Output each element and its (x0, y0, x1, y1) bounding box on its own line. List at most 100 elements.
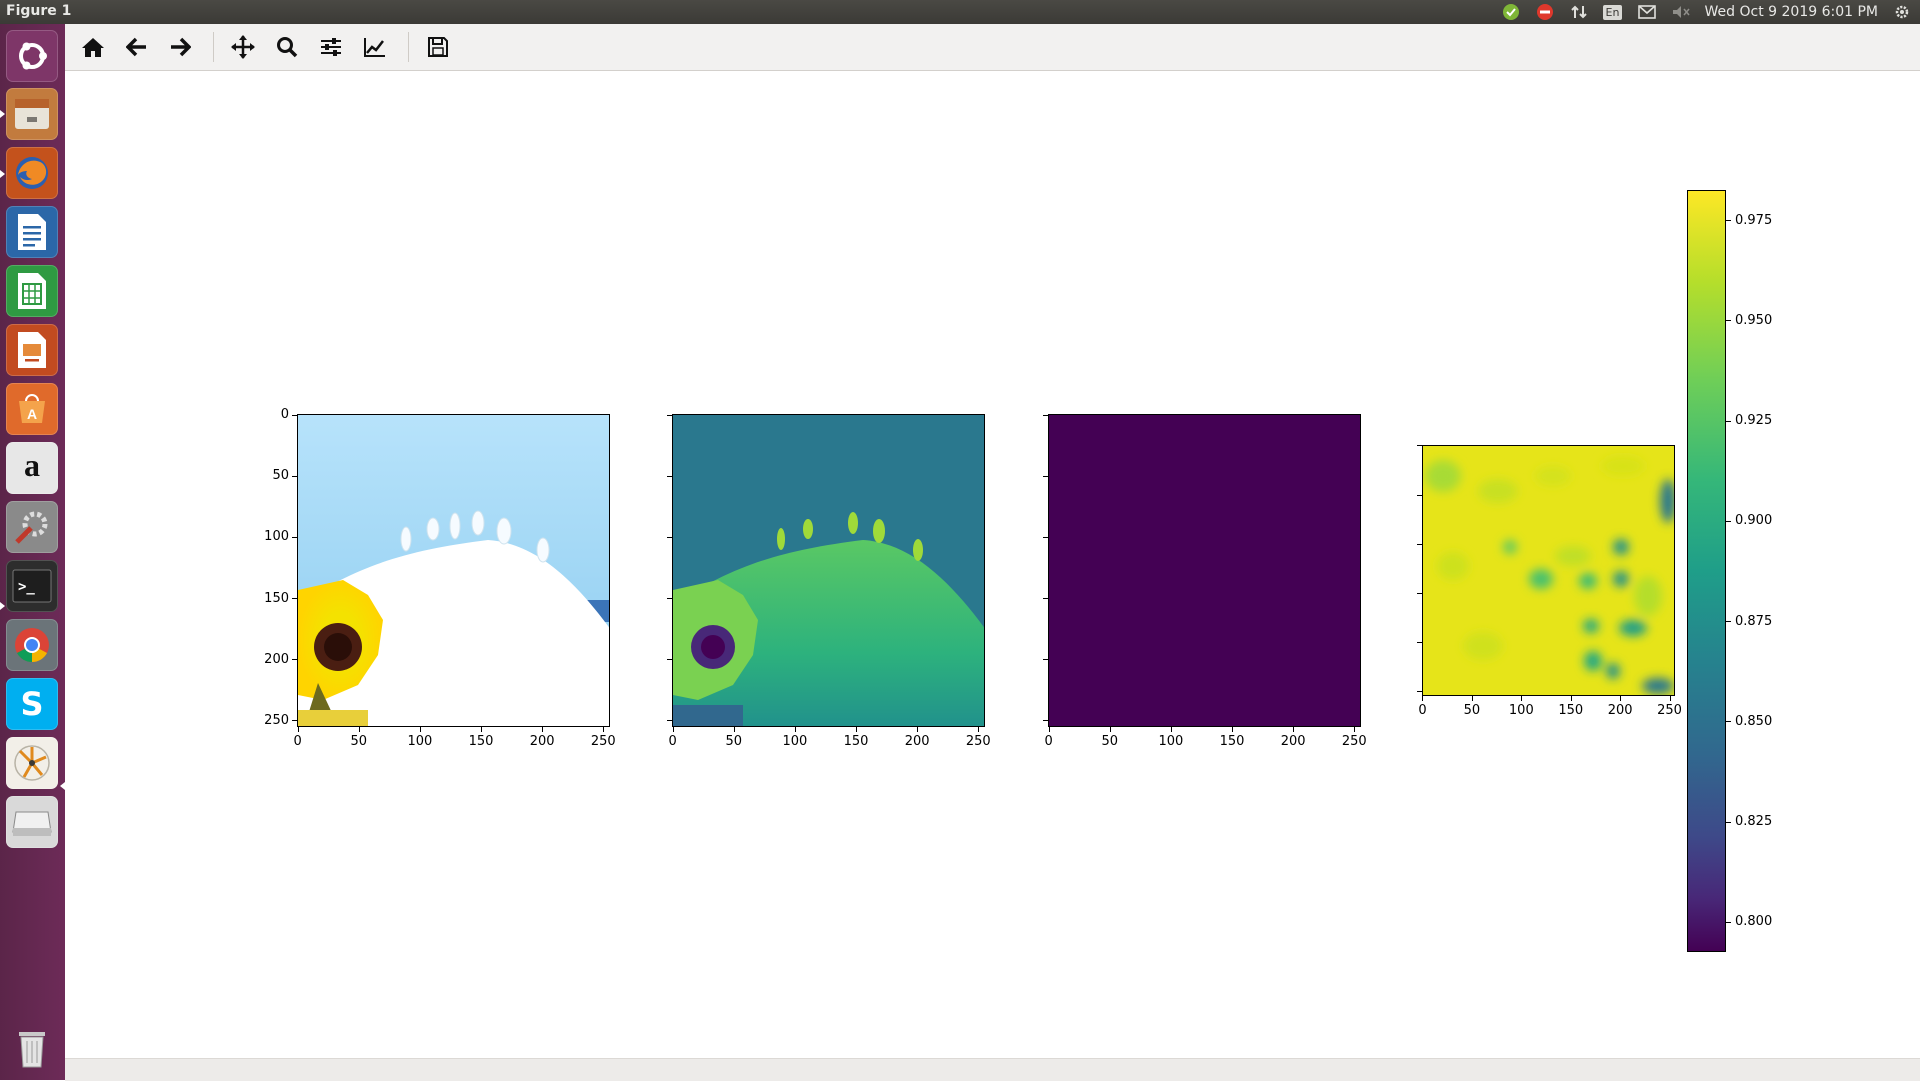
x-tick-label: 50 (725, 734, 743, 749)
x-tick-mark (358, 727, 360, 732)
x-tick-label: 50 (1463, 703, 1481, 718)
colorbar[interactable] (1687, 190, 1726, 952)
status-ok-icon[interactable] (1501, 2, 1521, 22)
y-tick-mark (1043, 720, 1048, 722)
x-tick-label: 0 (1418, 703, 1427, 718)
x-tick-label: 250 (1341, 734, 1367, 749)
libreoffice-impress-icon[interactable] (6, 324, 58, 376)
axes-3-constant-image[interactable] (1048, 414, 1361, 727)
edit-axes-icon[interactable] (359, 31, 391, 63)
mail-icon[interactable] (1637, 2, 1657, 22)
axes-1-rgb-image[interactable] (297, 414, 610, 727)
x-tick-label: 50 (1101, 734, 1119, 749)
y-tick-mark (1417, 641, 1422, 643)
channel-image (673, 415, 984, 726)
skype-icon[interactable]: S (6, 678, 58, 730)
home-icon[interactable] (77, 31, 109, 63)
y-tick-mark (667, 475, 672, 477)
colorbar-gradient (1688, 191, 1725, 951)
disk-drive-icon[interactable] (6, 796, 58, 848)
x-tick-mark (1669, 696, 1671, 701)
zoom-icon[interactable] (271, 31, 303, 63)
save-icon[interactable] (422, 31, 454, 63)
x-tick-mark (1471, 696, 1473, 701)
ubuntu-dash-icon[interactable] (6, 30, 58, 82)
x-tick-mark (978, 727, 980, 732)
figure-canvas[interactable]: 0 50 100 150 200 250 0 50 100 150 200 250 0 50 100 150 2… (65, 71, 1920, 1058)
rgb-image (298, 415, 609, 726)
x-tick-label: 0 (1044, 734, 1053, 749)
terminal-prompt-label: >_ (18, 579, 35, 595)
y-tick-mark (667, 536, 672, 538)
x-tick-mark (1354, 727, 1356, 732)
x-tick-mark (542, 727, 544, 732)
terminal-icon[interactable]: >_ (6, 560, 58, 612)
x-tick-label: 200 (1280, 734, 1306, 749)
files-icon[interactable] (6, 88, 58, 140)
no-entry-icon[interactable] (1535, 2, 1555, 22)
y-tick-mark (1043, 475, 1048, 477)
x-tick-label: 200 (529, 734, 555, 749)
software-center-icon[interactable]: A (6, 383, 58, 435)
toolbar-separator (408, 32, 409, 62)
trash-icon[interactable] (6, 1022, 58, 1074)
volume-muted-icon[interactable] (1671, 2, 1691, 22)
colorbar-tick-mark (1726, 220, 1731, 222)
x-tick-label: 0 (293, 734, 302, 749)
keyboard-layout-label: En (1602, 4, 1623, 20)
colorbar-tick-label: 0.875 (1735, 613, 1773, 629)
colorbar-tick-mark (1726, 721, 1731, 723)
x-tick-mark (419, 727, 421, 732)
app-icon[interactable] (6, 737, 58, 789)
x-tick-label: 50 (350, 734, 368, 749)
window-title: Figure 1 (6, 3, 72, 19)
settings-gear-icon[interactable] (1892, 2, 1912, 22)
y-tick-label: 250 (264, 712, 289, 728)
colorbar-tick-label: 0.925 (1735, 413, 1773, 429)
x-tick-mark (794, 727, 796, 732)
pan-icon[interactable] (227, 31, 259, 63)
colorbar-tick-mark (1726, 420, 1731, 422)
y-tick-mark (1043, 659, 1048, 661)
amazon-icon[interactable]: a (6, 442, 58, 494)
colorbar-tick-label: 0.850 (1735, 713, 1773, 729)
y-tick-mark (292, 720, 297, 722)
chrome-icon[interactable] (6, 619, 58, 671)
x-tick-mark (672, 727, 674, 732)
toolbar-separator (213, 32, 214, 62)
y-tick-mark (1417, 494, 1422, 496)
y-tick-mark (1417, 690, 1422, 692)
y-tick-label: 200 (264, 651, 289, 667)
x-tick-mark (856, 727, 857, 732)
x-tick-mark (481, 727, 482, 732)
libreoffice-writer-icon[interactable] (6, 206, 58, 258)
amazon-label: a (24, 446, 40, 483)
back-icon[interactable] (121, 31, 153, 63)
system-settings-icon[interactable] (6, 501, 58, 553)
libreoffice-calc-icon[interactable] (6, 265, 58, 317)
forward-icon[interactable] (164, 31, 196, 63)
firefox-icon[interactable] (6, 147, 58, 199)
x-tick-mark (1570, 696, 1572, 701)
status-bar (65, 1058, 1920, 1081)
y-tick-mark (292, 414, 297, 416)
configure-subplots-icon[interactable] (315, 31, 347, 63)
colorbar-tick-label: 0.800 (1735, 914, 1773, 930)
constant-image (1049, 415, 1360, 726)
network-arrows-icon[interactable] (1569, 2, 1589, 22)
x-tick-label: 250 (1657, 703, 1682, 718)
clock[interactable]: Wed Oct 9 2019 6:01 PM (1705, 4, 1878, 20)
y-tick-mark (1417, 543, 1422, 545)
colorbar-tick-mark (1726, 921, 1731, 923)
top-panel: Figure 1 En Wed Oct 9 2019 6:01 PM (0, 0, 1920, 24)
figure-toolbar (65, 24, 1920, 71)
x-tick-mark (1620, 696, 1622, 701)
keyboard-layout-icon[interactable]: En (1602, 2, 1623, 22)
axes-4-heatmap[interactable] (1422, 445, 1675, 696)
launcher: A a >_ S (0, 24, 66, 1080)
y-tick-mark (667, 414, 672, 416)
y-tick-mark (1417, 445, 1422, 447)
x-tick-label: 250 (590, 734, 616, 749)
axes-2-channel-image[interactable] (672, 414, 985, 727)
y-tick-mark (667, 720, 672, 722)
